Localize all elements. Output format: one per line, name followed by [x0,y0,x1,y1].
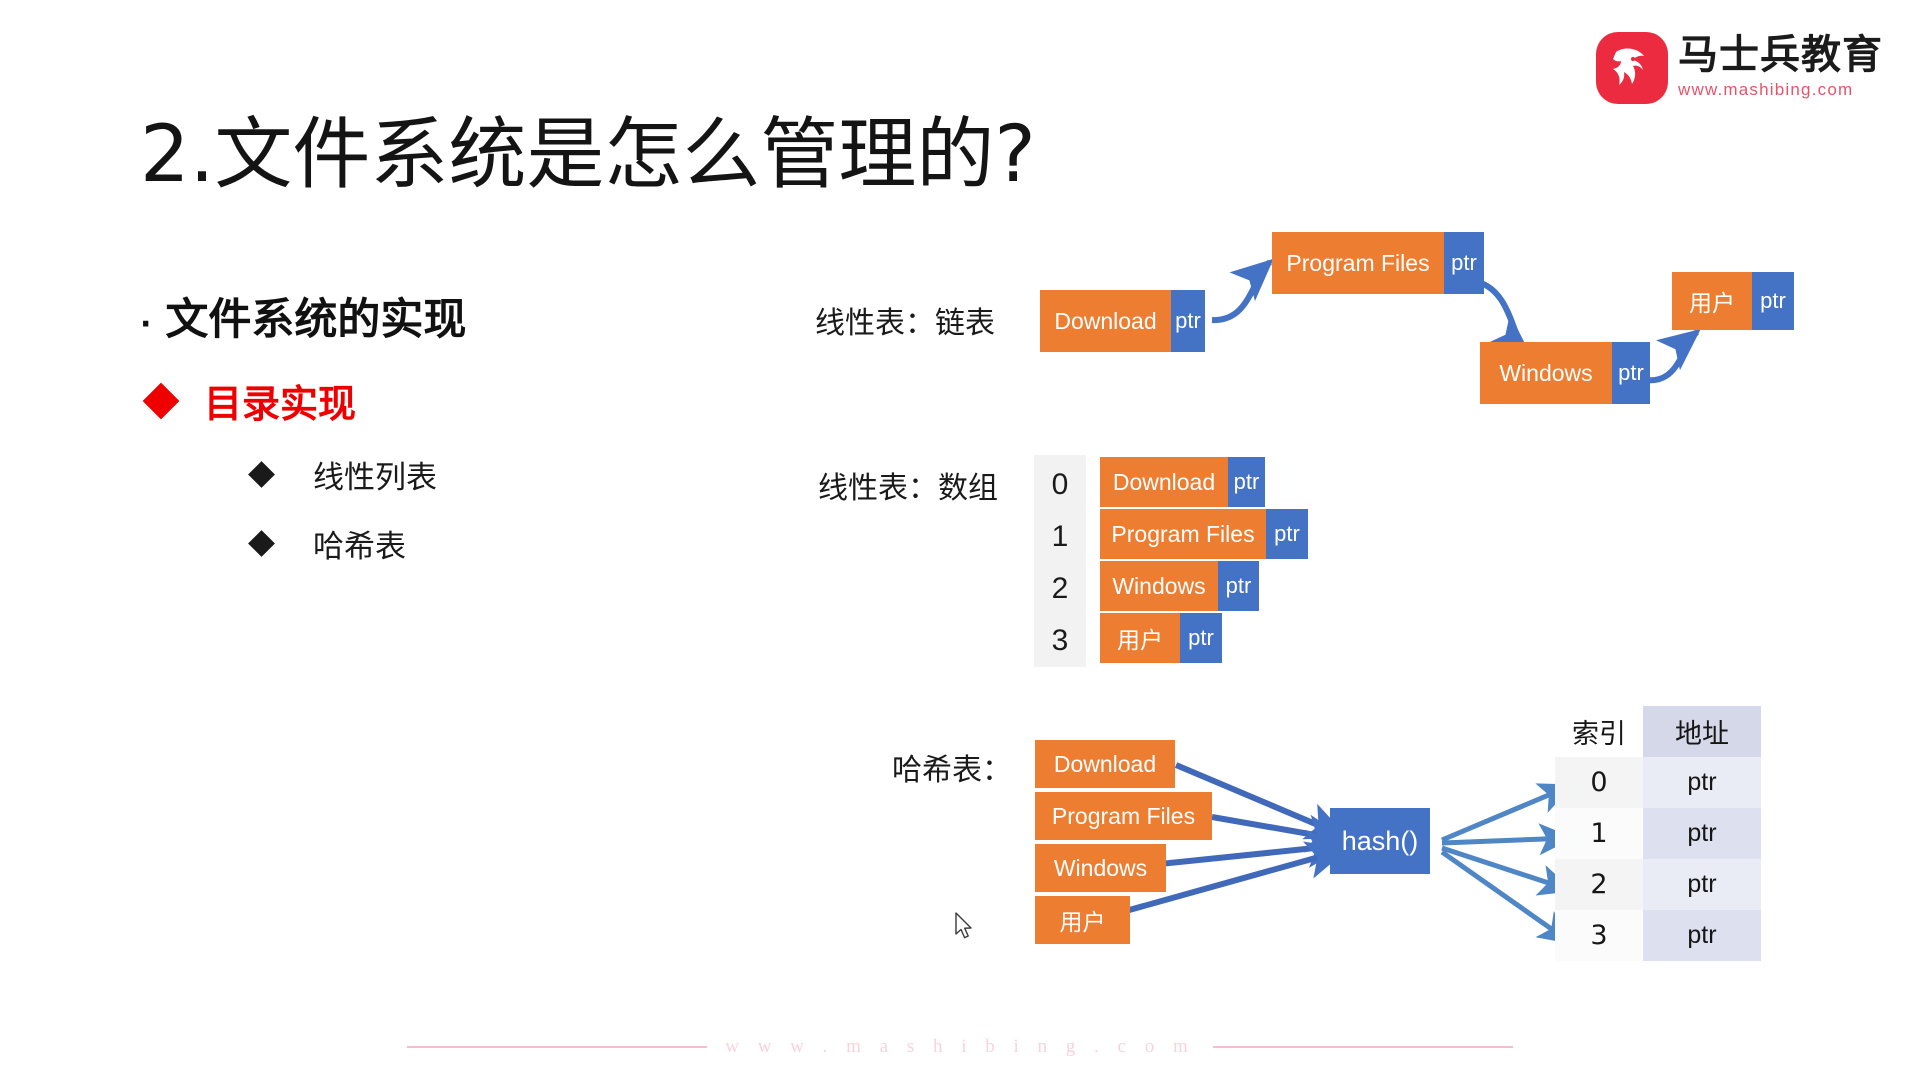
bullet-diamond-red-icon [142,382,180,419]
hash-table-index-2: 2 [1555,859,1643,910]
footer-text: w w w . m a s h i b i n g . c o m [725,1036,1195,1057]
array-cell-name: Download [1100,457,1228,507]
outline-list: · 文件系统的实现 目录实现 线性列表 哈希表 [140,285,760,566]
array-cell-ptr: ptr [1218,561,1259,611]
outline-level3-label-1: 哈希表 [313,529,406,565]
linked-list-node-0: Download ptr [1040,290,1205,352]
footer-line-left [407,1046,708,1048]
slide-canvas: 马士兵教育 www.mashibing.com 2.文件系统是怎么管理的? · … [0,0,1920,1080]
node-name: Program Files [1272,232,1444,294]
hash-table-index-0: 0 [1555,757,1643,808]
array-cell-name: Program Files [1100,509,1266,559]
array-row-1: Program Files ptr [1100,509,1308,559]
brand-text: 马士兵教育 www.mashibing.com [1678,32,1883,100]
hash-table-header-address: 地址 [1643,706,1761,757]
array-row-0: Download ptr [1100,457,1265,507]
node-name: 用户 [1672,272,1752,330]
outline-level3-label-0: 线性列表 [313,460,437,496]
node-ptr: ptr [1444,232,1484,294]
bullet-dot-icon: · [140,307,152,342]
mashibing-horse-icon [1596,32,1668,104]
outline-level3-item-0: 线性列表 [248,452,760,497]
hash-result-table: 索引 0 1 2 3 地址 ptr ptr ptr ptr [1555,706,1761,961]
brand-logo: 马士兵教育 www.mashibing.com [1596,32,1883,104]
node-ptr: ptr [1752,272,1794,330]
array-row-3: 用户 ptr [1100,613,1222,663]
node-name: Download [1040,290,1171,352]
array-label: 线性表：数组 [818,471,998,506]
linked-list-node-3: 用户 ptr [1672,272,1794,330]
bullet-diamond-icon [248,530,275,557]
linked-list-node-2: Windows ptr [1480,342,1650,404]
mouse-cursor-icon [955,912,977,947]
hash-table-address-0: ptr [1643,757,1761,808]
page-title: 2.文件系统是怎么管理的? [140,110,1036,200]
array-cell-ptr: ptr [1228,457,1265,507]
array-cell-ptr: ptr [1266,509,1308,559]
array-index-1: 1 [1051,520,1069,553]
hash-function-box: hash() [1330,808,1430,874]
hash-table-address-3: ptr [1643,910,1761,961]
footer-line-right [1212,1046,1513,1048]
array-index-2: 2 [1051,572,1069,605]
hash-table-address-column: 地址 ptr ptr ptr ptr [1643,706,1761,961]
array-index-0: 0 [1051,468,1069,501]
hash-input-1: Program Files [1035,792,1212,840]
hash-table-index-1: 1 [1555,808,1643,859]
brand-url: www.mashibing.com [1678,80,1854,99]
brand-name: 马士兵教育 [1678,32,1883,78]
outline-level2-label: 目录实现 [204,382,357,426]
array-index-3: 3 [1051,624,1069,657]
bullet-diamond-icon [248,461,275,488]
array-cell-name: Windows [1100,561,1218,611]
array-cell-ptr: ptr [1180,613,1222,663]
hash-table-header-index: 索引 [1555,706,1643,757]
hash-table-address-1: ptr [1643,808,1761,859]
hash-table-address-2: ptr [1643,859,1761,910]
hash-table-index-3: 3 [1555,910,1643,961]
outline-level1: · 文件系统的实现 [140,285,760,347]
linked-list-node-1: Program Files ptr [1272,232,1484,294]
hash-label: 哈希表： [892,753,1012,788]
node-ptr: ptr [1171,290,1205,352]
hash-input-3: 用户 [1035,896,1130,944]
hash-input-0: Download [1035,740,1175,788]
hash-table-index-column: 索引 0 1 2 3 [1555,706,1643,961]
outline-level3-item-1: 哈希表 [248,521,760,566]
hash-input-2: Windows [1035,844,1166,892]
outline-level2: 目录实现 [142,373,760,428]
outline-level1-label: 文件系统的实现 [165,295,467,345]
array-row-2: Windows ptr [1100,561,1259,611]
footer: w w w . m a s h i b i n g . c o m [0,1036,1920,1058]
node-ptr: ptr [1612,342,1650,404]
node-name: Windows [1480,342,1612,404]
array-cell-name: 用户 [1100,613,1180,663]
linked-list-label: 线性表：链表 [815,306,995,341]
